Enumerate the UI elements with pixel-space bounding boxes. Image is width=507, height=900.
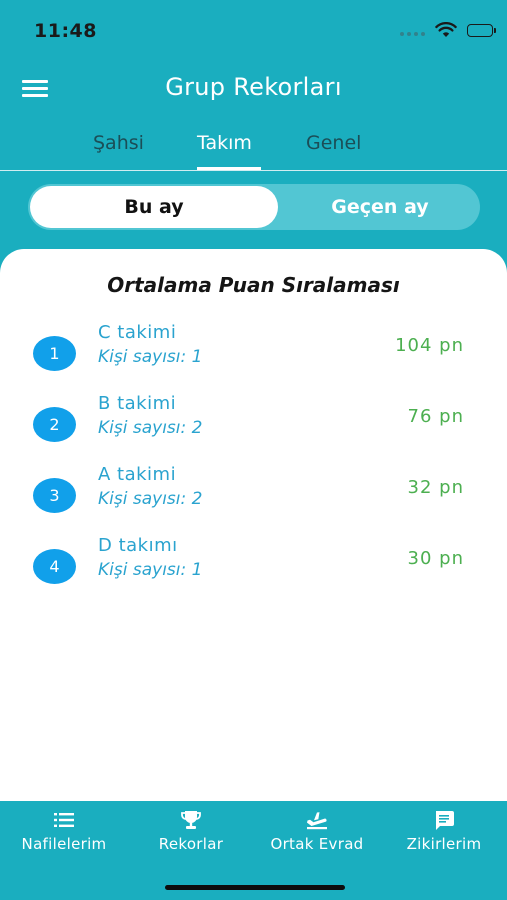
rank-badge: 3 [33, 478, 76, 513]
member-count: Kişi sayısı: 2 [98, 489, 203, 509]
tabs-divider [0, 170, 507, 171]
cellular-signal-icon [400, 24, 425, 36]
message-icon [436, 811, 454, 830]
ranking-card: Ortalama Puan Sıralaması 1 C takimi Kişi… [0, 249, 507, 801]
page-title: Grup Rekorları [165, 73, 342, 101]
member-count: Kişi sayısı: 1 [98, 560, 203, 580]
member-count: Kişi sayısı: 2 [98, 418, 203, 438]
nav-label: Nafilelerim [21, 835, 107, 853]
ranking-row[interactable]: 1 C takimi Kişi sayısı: 1 104 pn [0, 322, 507, 382]
status-bar: 11:48 [0, 0, 507, 60]
team-points: 104 pn [395, 335, 464, 356]
nav-label: Rekorlar [158, 835, 224, 853]
tab-bar: Şahsi Takım Genel [0, 128, 507, 172]
team-points: 30 pn [407, 548, 464, 569]
tab-takim[interactable]: Takım [197, 132, 252, 154]
ranking-row[interactable]: 4 D takımı Kişi sayısı: 1 30 pn [0, 535, 507, 595]
rank-badge: 4 [33, 549, 76, 584]
team-name: D takımı [98, 535, 178, 556]
last-month-button[interactable]: Geçen ay [280, 184, 480, 230]
team-points: 32 pn [407, 477, 464, 498]
nav-label: Ortak Evrad [270, 835, 364, 853]
period-selector: Bu ay Geçen ay [28, 184, 480, 230]
home-indicator[interactable] [165, 885, 345, 890]
status-time: 11:48 [34, 20, 97, 42]
rank-badge: 2 [33, 407, 76, 442]
card-title: Ortalama Puan Sıralaması [107, 273, 400, 297]
airplane-takeoff-icon [307, 812, 327, 830]
nav-label: Zikirlerim [406, 835, 482, 853]
team-points: 76 pn [407, 406, 464, 427]
rank-badge: 1 [33, 336, 76, 371]
battery-icon [467, 23, 496, 37]
nav-nafilelerim[interactable]: Nafilelerim [16, 809, 112, 853]
this-month-button[interactable]: Bu ay [30, 186, 278, 228]
trophy-icon [181, 811, 201, 829]
tab-sahsi[interactable]: Şahsi [93, 132, 144, 154]
tab-genel[interactable]: Genel [306, 132, 361, 154]
wifi-icon [435, 22, 457, 37]
team-name: C takimi [98, 322, 177, 343]
status-icons [400, 22, 496, 38]
nav-zikirlerim[interactable]: Zikirlerim [398, 809, 490, 853]
ranking-row[interactable]: 2 B takimi Kişi sayısı: 2 76 pn [0, 393, 507, 453]
team-name: B takimi [98, 393, 177, 414]
ranking-row[interactable]: 3 A takimi Kişi sayısı: 2 32 pn [0, 464, 507, 524]
team-name: A takimi [98, 464, 177, 485]
nav-ortak-evrad[interactable]: Ortak Evrad [262, 809, 372, 853]
list-icon [54, 813, 74, 827]
member-count: Kişi sayısı: 1 [98, 347, 203, 367]
nav-rekorlar[interactable]: Rekorlar [148, 809, 234, 853]
